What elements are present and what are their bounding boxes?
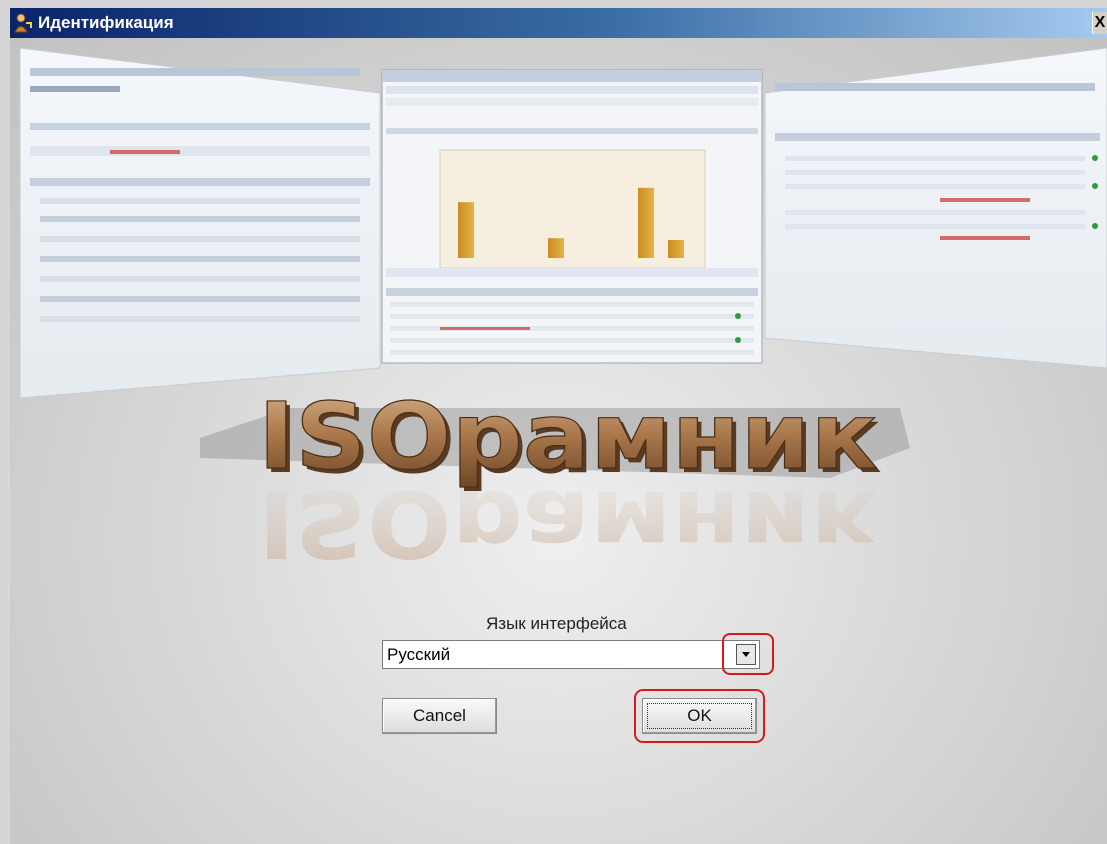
center-screenshot-panel bbox=[381, 69, 763, 364]
language-select[interactable]: Русский bbox=[382, 640, 760, 669]
cancel-button-label: Cancel bbox=[413, 706, 466, 725]
cancel-button[interactable]: Cancel bbox=[382, 698, 497, 734]
panel-chart-bar bbox=[458, 202, 474, 258]
language-label: Язык интерфейса bbox=[486, 614, 627, 633]
language-select-value: Русский bbox=[387, 645, 451, 664]
logo-text: ISOрамник bbox=[258, 383, 878, 490]
window-title: Идентификация bbox=[38, 13, 174, 32]
panel-chart-bar bbox=[638, 187, 654, 258]
left-screenshot-panel bbox=[19, 47, 381, 399]
close-icon: X bbox=[1094, 14, 1106, 31]
dropdown-highlight bbox=[722, 633, 774, 675]
window-titlebar[interactable]: Идентификация X bbox=[10, 8, 1107, 38]
panel-chart-bar bbox=[668, 240, 684, 258]
ok-highlight bbox=[634, 689, 765, 743]
dialog-client-area: ISOрамник ISOрамник ISOрамник Язык интер… bbox=[10, 38, 1107, 844]
identification-window: Идентификация X ISOрамник ISOрамник ISOр… bbox=[0, 0, 1107, 844]
close-button[interactable]: X bbox=[1092, 12, 1107, 34]
right-screenshot-panel bbox=[764, 47, 1107, 369]
panel-chart-bar bbox=[548, 238, 564, 258]
splash-artwork: ISOрамник ISOрамник ISOрамник bbox=[19, 47, 1107, 577]
keys-person-icon bbox=[14, 13, 32, 33]
